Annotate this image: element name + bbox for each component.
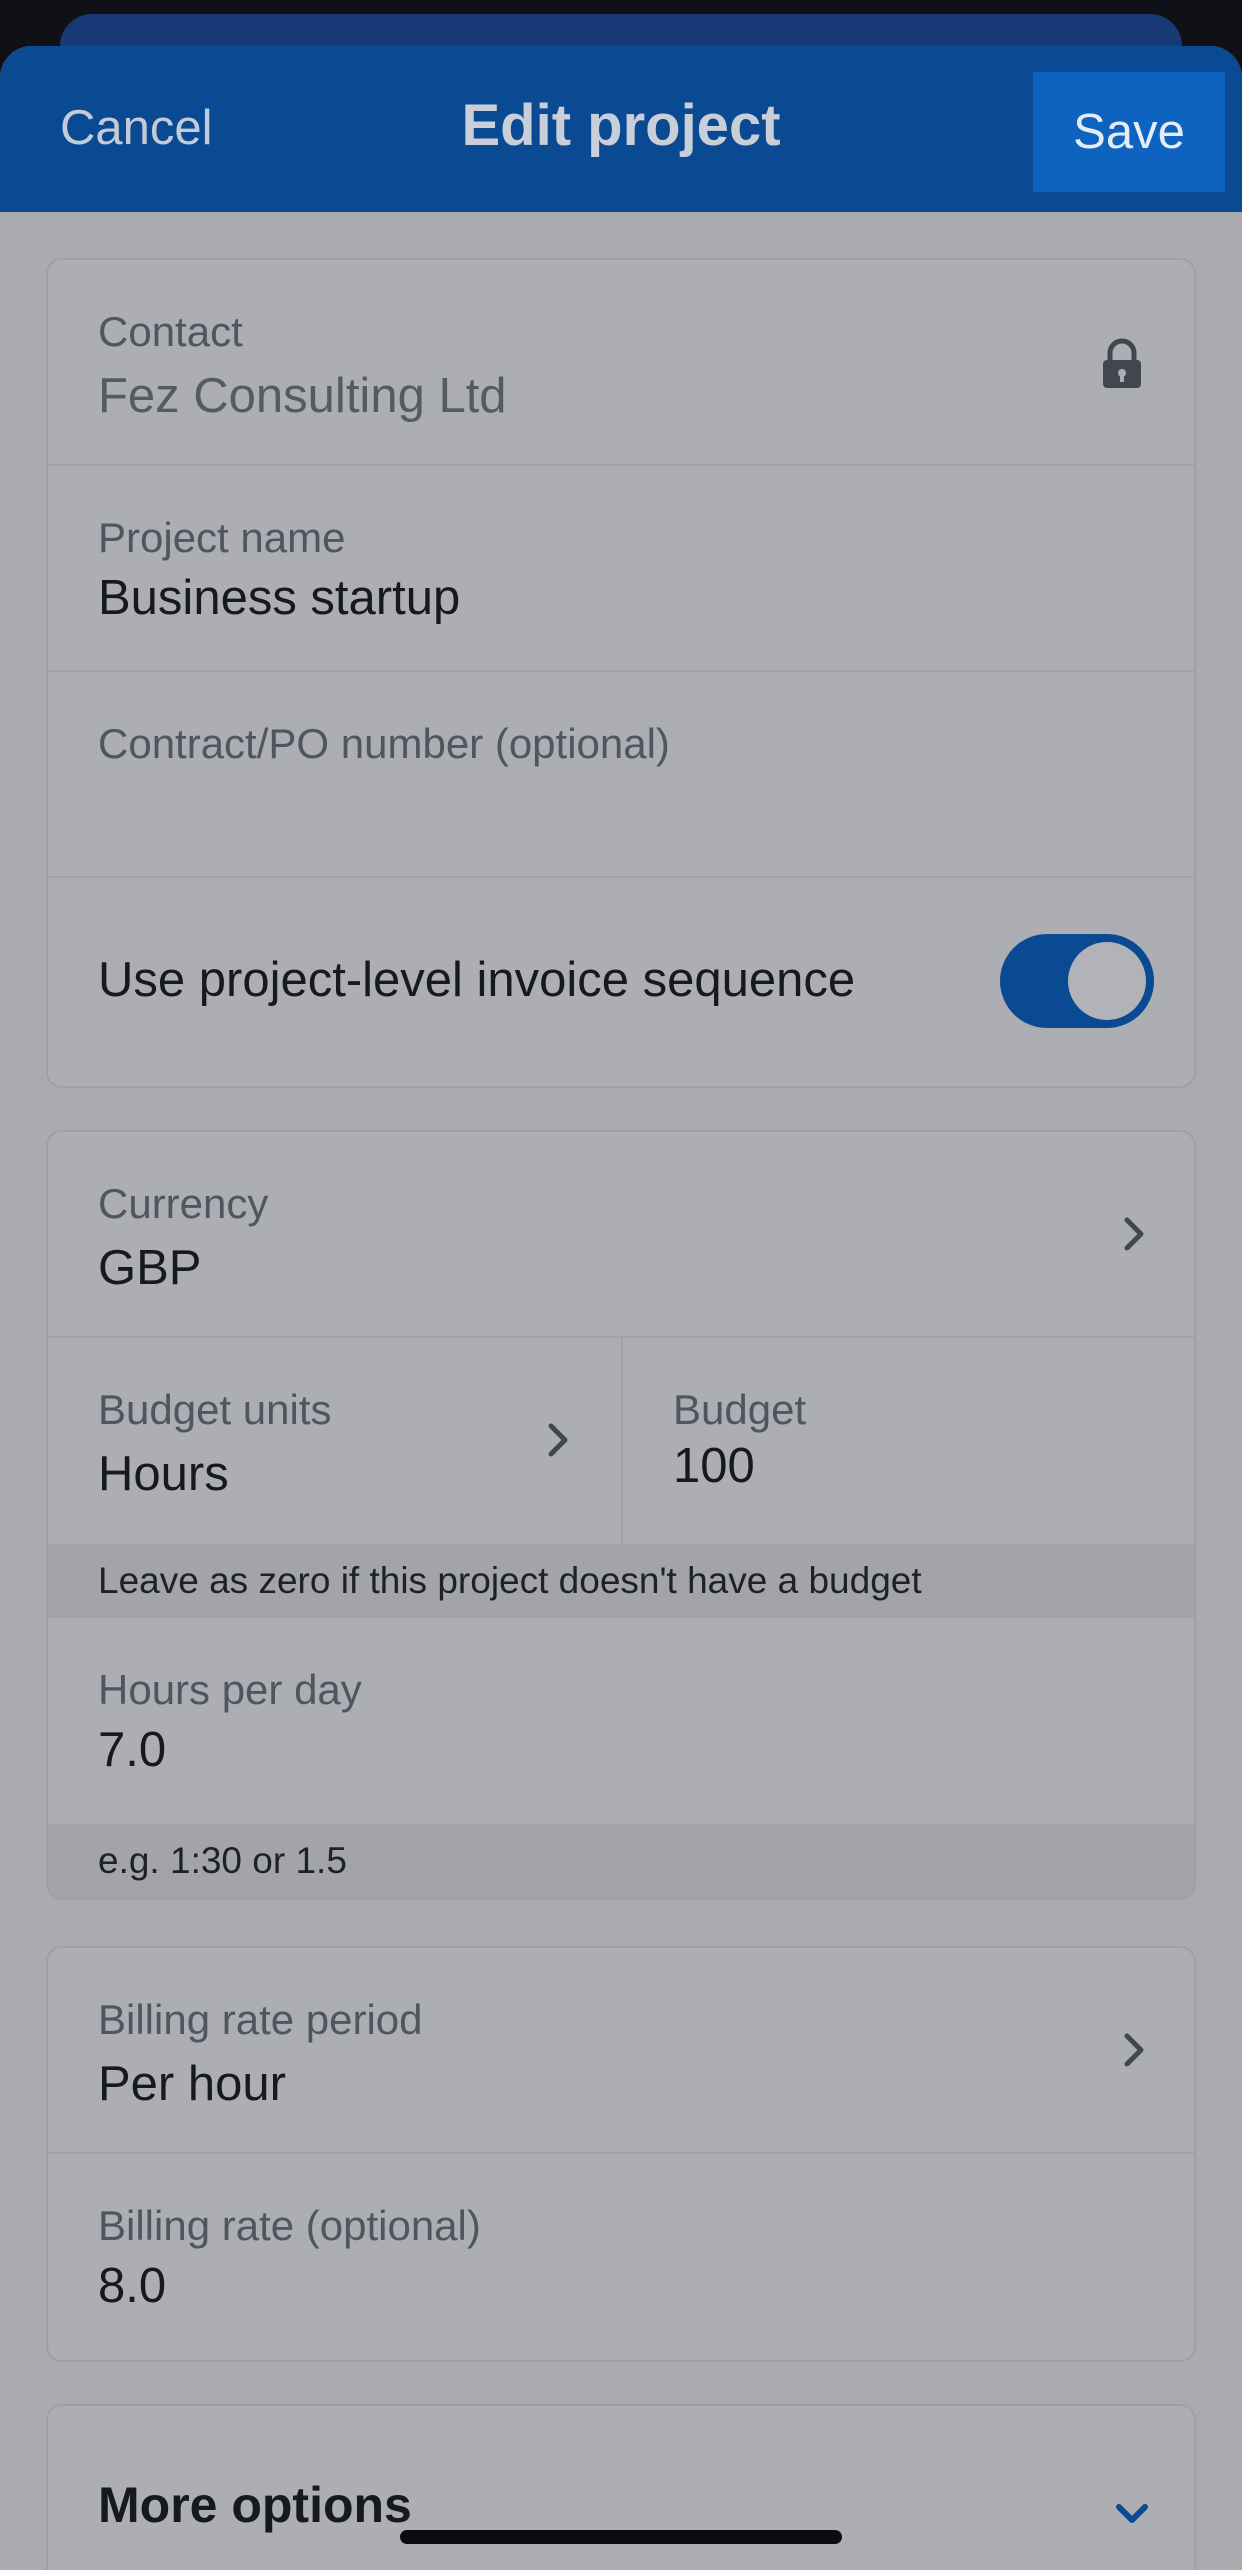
budget-hint: Leave as zero if this project doesn't ha… [48,1544,1194,1618]
currency-row[interactable]: Currency GBP [48,1132,1194,1338]
currency-value: GBP [98,1241,202,1295]
budget-input[interactable]: 100 [673,1438,755,1494]
more-options-card[interactable]: More options [46,2404,1196,2570]
project-details-card: Contact Fez Consulting Ltd Project name … [46,258,1196,1088]
save-button[interactable]: Save [1033,72,1225,192]
hours-per-day-row[interactable]: Hours per day 7.0 [48,1618,1194,1824]
budget-hint-text: Leave as zero if this project doesn't ha… [98,1560,922,1601]
more-options-label: More options [98,2477,412,2533]
chevron-right-icon [1124,1217,1144,1251]
billing-rate-period-label: Billing rate period [98,1996,423,2043]
hours-hint: e.g. 1:30 or 1.5 [48,1824,1194,1898]
chevron-right-icon [548,1423,568,1457]
billing-card: Billing rate period Per hour Billing rat… [46,1946,1196,2362]
invoice-sequence-toggle[interactable] [1000,934,1154,1028]
project-name-input[interactable]: Business startup [98,570,460,626]
chevron-down-icon [1116,2504,1148,2523]
budget-units-label: Budget units [98,1386,332,1433]
chevron-right-icon [1124,2033,1144,2067]
billing-rate-input[interactable]: 8.0 [98,2258,166,2314]
billing-rate-label: Billing rate (optional) [98,2202,481,2249]
billing-rate-row[interactable]: Billing rate (optional) 8.0 [48,2154,1194,2360]
contract-row[interactable]: Contract/PO number (optional) [48,672,1194,878]
cancel-button[interactable]: Cancel [60,100,213,156]
budget-units-value: Hours [98,1447,229,1501]
invoice-sequence-row: Use project-level invoice sequence [48,878,1194,1086]
budget-label: Budget [673,1386,807,1433]
nav-header: Cancel Edit project Save [0,46,1242,212]
screen: Cancel Edit project Save Contact Fez Con… [0,0,1242,2570]
contact-value: Fez Consulting Ltd [98,369,507,423]
billing-rate-period-row[interactable]: Billing rate period Per hour [48,1948,1194,2154]
billing-rate-period-value: Per hour [98,2057,286,2111]
hours-per-day-label: Hours per day [98,1666,362,1713]
home-indicator [400,2530,842,2544]
contract-label: Contract/PO number (optional) [98,720,670,767]
currency-label: Currency [98,1180,269,1227]
toggle-knob [1068,942,1146,1020]
project-name-label: Project name [98,514,346,561]
contact-label: Contact [98,308,243,355]
lock-icon [1103,338,1141,388]
contact-row: Contact Fez Consulting Ltd [48,260,1194,466]
budget-row: Budget units Hours Budget 100 [48,1338,1194,1544]
hours-hint-text: e.g. 1:30 or 1.5 [98,1840,347,1881]
budget-units-field[interactable]: Budget units Hours [48,1338,621,1544]
project-name-row[interactable]: Project name Business startup [48,466,1194,672]
budget-field[interactable]: Budget 100 [623,1338,1194,1544]
edit-project-sheet: Cancel Edit project Save Contact Fez Con… [0,46,1242,2570]
hours-per-day-input[interactable]: 7.0 [98,1722,166,1778]
invoice-sequence-label: Use project-level invoice sequence [98,953,856,1007]
budget-card: Currency GBP Budget units Hours Budget 1… [46,1130,1196,1900]
contract-input[interactable] [98,776,1098,832]
